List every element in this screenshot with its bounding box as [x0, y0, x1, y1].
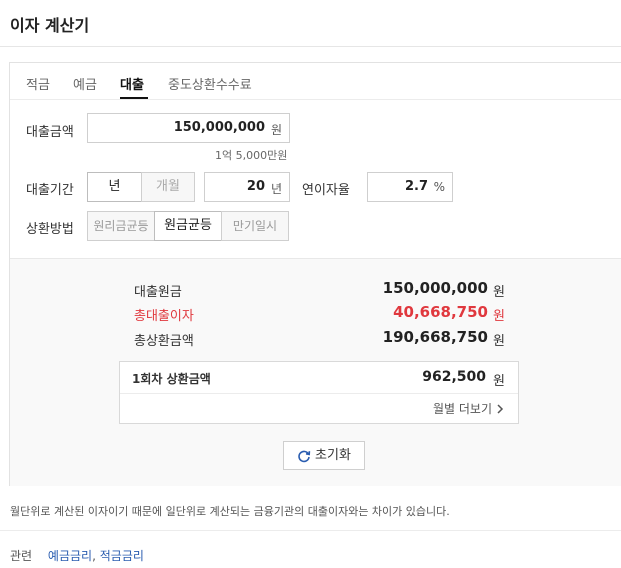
tab-loan[interactable]: 대출 — [120, 74, 144, 93]
method-bullet-button[interactable]: 만기일시 — [221, 211, 289, 241]
principal-label: 대출원금 — [134, 285, 182, 300]
reset-label: 초기화 — [315, 448, 351, 463]
rate-unit: % — [433, 180, 445, 194]
period-value: 20 — [246, 179, 265, 194]
footer-divider — [0, 530, 621, 531]
refresh-icon — [297, 449, 311, 463]
page-title: 이자 계산기 — [10, 16, 90, 35]
method-label: 상환방법 — [26, 222, 74, 237]
period-unit-year-button[interactable]: 년 — [87, 172, 142, 202]
first-payment-label: 1회차 상환금액 — [132, 372, 211, 386]
period-unit-month-button[interactable]: 개월 — [141, 172, 195, 202]
total-label: 총상환금액 — [134, 334, 194, 349]
first-payment-unit: 원 — [493, 374, 505, 389]
tab-savings[interactable]: 적금 — [26, 74, 50, 93]
amount-hint: 1억 5,000만원 — [215, 149, 288, 162]
related-label: 관련 — [10, 549, 33, 563]
tabs-divider — [10, 99, 621, 100]
monthly-more-link[interactable]: 월별 더보기 — [433, 400, 504, 417]
interest-unit: 원 — [493, 309, 505, 324]
total-unit: 원 — [493, 334, 505, 349]
interest-label: 총대출이자 — [134, 309, 194, 324]
chevron-right-icon — [497, 403, 504, 414]
rate-value: 2.7 — [404, 179, 428, 194]
reset-button[interactable]: 초기화 — [283, 441, 365, 470]
header-divider — [0, 46, 621, 47]
amount-label: 대출금액 — [26, 125, 74, 140]
related-links: 관련 예금금리, 적금금리 — [10, 547, 144, 564]
first-payment-value: 962,500 — [422, 369, 486, 385]
disclaimer-note: 월단위로 계산된 이자이기 때문에 일단위로 계산되는 금융기관의 대출이자와는… — [10, 505, 450, 518]
tab-deposit[interactable]: 예금 — [73, 74, 97, 93]
link-savings-rate[interactable]: 적금금리 — [100, 549, 144, 563]
first-payment-divider — [120, 393, 518, 394]
related-separator: , — [92, 549, 96, 563]
rate-label: 연이자율 — [302, 183, 350, 198]
amount-unit: 원 — [270, 123, 282, 137]
monthly-more-label: 월별 더보기 — [432, 402, 492, 416]
rate-input[interactable]: 2.7 % — [367, 172, 453, 202]
period-input[interactable]: 20 년 — [204, 172, 290, 202]
method-equal-payment-button[interactable]: 원리금균등 — [87, 211, 155, 241]
tab-prepayment-fee[interactable]: 중도상환수수료 — [168, 74, 252, 93]
amount-value: 150,000,000 — [173, 120, 265, 135]
principal-value: 150,000,000 — [382, 279, 488, 297]
interest-value: 40,668,750 — [393, 303, 488, 321]
amount-input[interactable]: 150,000,000 원 — [87, 113, 290, 143]
link-deposit-rate[interactable]: 예금금리 — [48, 549, 92, 563]
principal-unit: 원 — [493, 285, 505, 300]
period-label: 대출기간 — [26, 183, 74, 198]
first-payment-box: 1회차 상환금액 962,500 원 월별 더보기 — [119, 361, 519, 424]
total-value: 190,668,750 — [382, 328, 488, 346]
period-value-unit: 년 — [270, 182, 282, 196]
method-equal-principal-button[interactable]: 원금균등 — [154, 211, 222, 241]
